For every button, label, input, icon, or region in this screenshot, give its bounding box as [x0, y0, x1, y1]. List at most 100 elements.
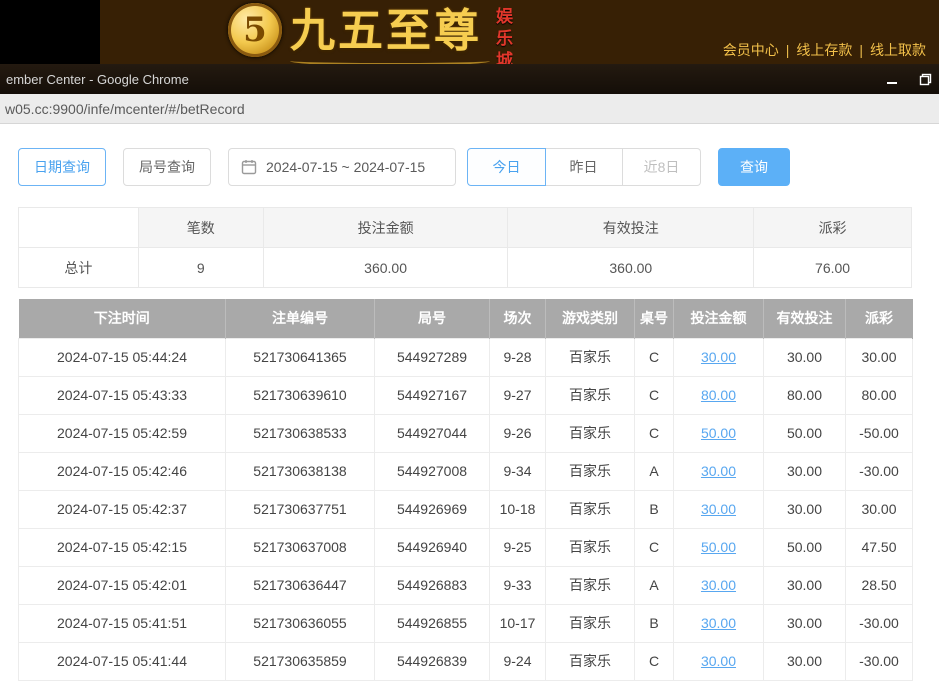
table-cell: 30.00	[674, 642, 764, 680]
table-cell: 544926855	[375, 604, 490, 642]
bet-table-body: 2024-07-15 05:44:24521730641365544927289…	[19, 338, 913, 680]
nav-separator: |	[859, 42, 863, 58]
table-cell: 2024-07-15 05:41:44	[19, 642, 226, 680]
table-cell: 521730641365	[226, 338, 375, 376]
bet-table-header-7: 有效投注	[764, 299, 846, 338]
banner-nav-item-3[interactable]: 线上取款	[870, 42, 926, 58]
table-cell: 2024-07-15 05:42:59	[19, 414, 226, 452]
search-button[interactable]: 查询	[718, 148, 790, 186]
table-cell: 百家乐	[546, 528, 635, 566]
bet-table-header-5: 桌号	[635, 299, 674, 338]
table-cell: 28.50	[846, 566, 913, 604]
minimize-button[interactable]	[881, 69, 903, 89]
calendar-icon	[241, 159, 257, 175]
yesterday-button[interactable]: 昨日	[545, 148, 623, 186]
table-row: 2024-07-15 05:41:44521730635859544926839…	[19, 642, 913, 680]
table-cell: A	[635, 566, 674, 604]
table-cell: -30.00	[846, 642, 913, 680]
table-cell: 百家乐	[546, 338, 635, 376]
bet-amount-link[interactable]: 30.00	[701, 463, 736, 479]
table-cell: 百家乐	[546, 604, 635, 642]
bet-table-header-2: 局号	[375, 299, 490, 338]
bet-amount-link[interactable]: 80.00	[701, 387, 736, 403]
bet-amount-link[interactable]: 30.00	[701, 501, 736, 517]
window-titlebar: ember Center - Google Chrome	[0, 64, 939, 94]
bet-table-header-3: 场次	[490, 299, 546, 338]
url-text[interactable]: w05.cc:9900/infe/mcenter/#/betRecord	[5, 101, 245, 117]
summary-header-2: 投注金额	[264, 208, 509, 248]
logo-ribbon-decoration	[290, 56, 490, 64]
table-cell: 544926969	[375, 490, 490, 528]
table-cell: 百家乐	[546, 452, 635, 490]
table-cell: C	[635, 338, 674, 376]
table-cell: C	[635, 376, 674, 414]
table-cell: 2024-07-15 05:43:33	[19, 376, 226, 414]
table-cell: C	[635, 414, 674, 452]
nav-separator: |	[786, 42, 790, 58]
summary-header-3: 有效投注	[508, 208, 754, 248]
table-row: 2024-07-15 05:42:59521730638533544927044…	[19, 414, 913, 452]
table-cell: 521730638138	[226, 452, 375, 490]
table-cell: 2024-07-15 05:42:01	[19, 566, 226, 604]
table-cell: -30.00	[846, 604, 913, 642]
table-cell: 544926940	[375, 528, 490, 566]
summary-header-0	[19, 208, 139, 248]
table-cell: 2024-07-15 05:42:46	[19, 452, 226, 490]
last-8-days-button[interactable]: 近8日	[623, 148, 701, 186]
table-cell: 30.00	[764, 642, 846, 680]
date-query-tab[interactable]: 日期查询	[18, 148, 106, 186]
date-range-input[interactable]: 2024-07-15 ~ 2024-07-15	[228, 148, 456, 186]
table-cell: 80.00	[846, 376, 913, 414]
table-cell: 521730636447	[226, 566, 375, 604]
bet-amount-link[interactable]: 30.00	[701, 615, 736, 631]
banner-nav-item-1[interactable]: 会员中心	[723, 42, 779, 58]
table-row: 2024-07-15 05:42:46521730638138544927008…	[19, 452, 913, 490]
banner-nav-item-2[interactable]: 线上存款	[796, 42, 852, 58]
summary-value-4: 76.00	[754, 248, 912, 288]
minimize-icon	[886, 73, 898, 85]
window-title: ember Center - Google Chrome	[6, 72, 189, 87]
table-cell: 百家乐	[546, 642, 635, 680]
restore-icon	[919, 73, 932, 86]
summary-table: 笔数投注金额有效投注派彩 总计9360.00360.0076.00	[18, 207, 912, 288]
bet-table-header-row: 下注时间注单编号局号场次游戏类别桌号投注金额有效投注派彩	[19, 299, 913, 338]
table-cell: 30.00	[674, 338, 764, 376]
table-cell: 30.00	[764, 566, 846, 604]
today-button[interactable]: 今日	[467, 148, 546, 186]
bet-amount-link[interactable]: 50.00	[701, 539, 736, 555]
table-cell: -50.00	[846, 414, 913, 452]
bet-amount-link[interactable]: 30.00	[701, 349, 736, 365]
bet-amount-link[interactable]: 50.00	[701, 425, 736, 441]
logo-subtitle: 娱乐城	[490, 7, 515, 64]
table-cell: -30.00	[846, 452, 913, 490]
table-cell: 百家乐	[546, 566, 635, 604]
bet-table-header-0: 下注时间	[19, 299, 226, 338]
bet-table-header-4: 游戏类别	[546, 299, 635, 338]
table-cell: 2024-07-15 05:42:15	[19, 528, 226, 566]
table-cell: B	[635, 604, 674, 642]
summary-value-2: 360.00	[264, 248, 509, 288]
bet-amount-link[interactable]: 30.00	[701, 577, 736, 593]
table-row: 2024-07-15 05:41:51521730636055544926855…	[19, 604, 913, 642]
summary-total-row: 总计9360.00360.0076.00	[19, 248, 912, 288]
table-cell: 50.00	[674, 414, 764, 452]
table-cell: 30.00	[764, 604, 846, 642]
site-logo: 5 九五至尊 娱乐城	[228, 3, 515, 64]
bet-amount-link[interactable]: 30.00	[701, 653, 736, 669]
table-cell: 30.00	[674, 604, 764, 642]
table-cell: 544927044	[375, 414, 490, 452]
table-cell: 10-17	[490, 604, 546, 642]
summary-header-1: 笔数	[139, 208, 264, 248]
table-cell: 50.00	[764, 414, 846, 452]
table-cell: 50.00	[764, 528, 846, 566]
table-cell: 47.50	[846, 528, 913, 566]
address-bar[interactable]: w05.cc:9900/infe/mcenter/#/betRecord	[0, 94, 939, 124]
banner-nav: 会员中心 | 线上存款 | 线上取款	[718, 40, 931, 60]
bet-table-header-6: 投注金额	[674, 299, 764, 338]
table-cell: 521730637008	[226, 528, 375, 566]
bet-table-header-1: 注单编号	[226, 299, 375, 338]
quick-range-group: 今日 昨日 近8日	[467, 148, 701, 186]
table-cell: 544927289	[375, 338, 490, 376]
round-query-tab[interactable]: 局号查询	[123, 148, 211, 186]
restore-button[interactable]	[914, 69, 936, 89]
